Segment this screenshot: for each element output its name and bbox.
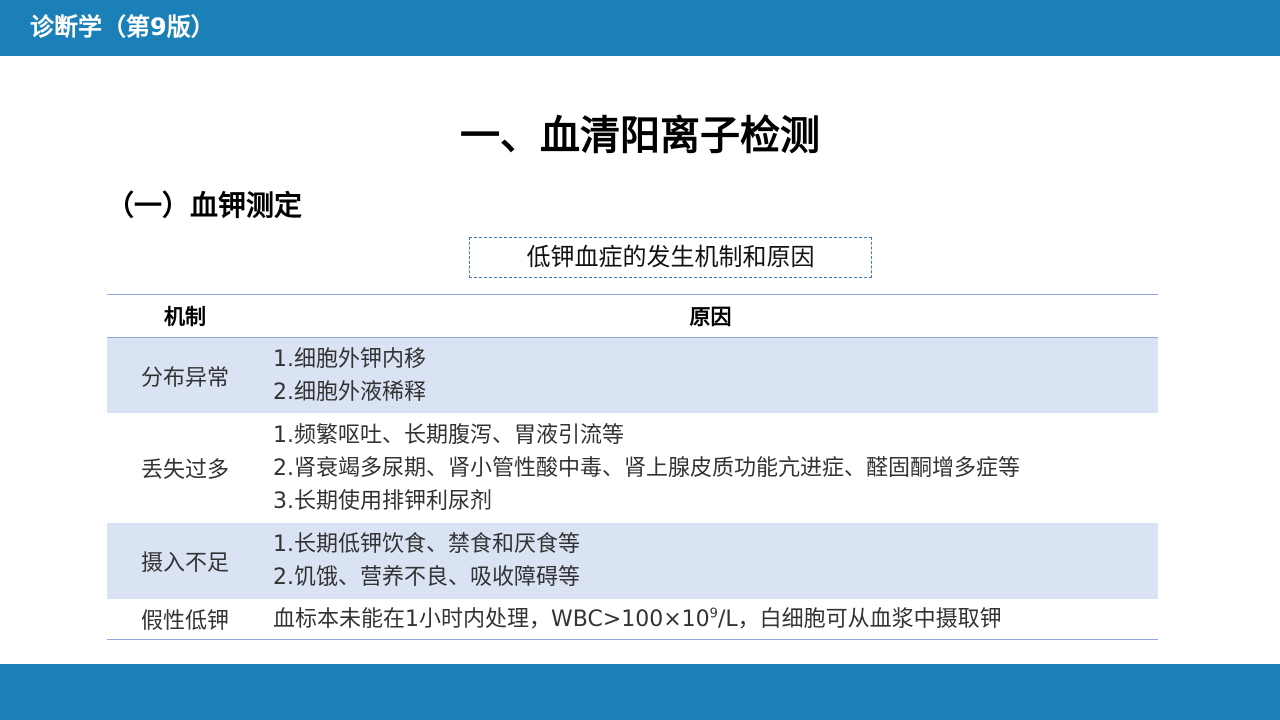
table-header-row: 机制 原因 bbox=[107, 294, 1158, 338]
page-title: 一、血清阳离子检测 bbox=[460, 113, 820, 159]
book-title: 诊断学（第9版） bbox=[30, 13, 215, 41]
table-row: 丢失过多 1.频繁呕吐、长期腹泻、胃液引流等 2.肾衰竭多尿期、肾小管性酸中毒、… bbox=[107, 413, 1158, 523]
header-reason: 原因 bbox=[263, 294, 1158, 338]
reason-cell: 1.细胞外钾内移 2.细胞外液稀释 bbox=[263, 337, 1158, 413]
table-row: 摄入不足 1.长期低钾饮食、禁食和厌食等 2.饥饿、营养不良、吸收障碍等 bbox=[107, 523, 1158, 599]
header-mechanism: 机制 bbox=[107, 294, 263, 338]
mechanism-cell: 丢失过多 bbox=[140, 458, 229, 483]
mechanism-cell: 分布异常 bbox=[107, 337, 263, 413]
table-row: 分布异常 1.细胞外钾内移 2.细胞外液稀释 bbox=[107, 337, 1158, 413]
header-bar: 诊断学（第9版） bbox=[0, 0, 1280, 56]
reason-line: 血标本未能在1小时内处理，WBC>100×109/L，白细胞可从血浆中摄取钾 bbox=[273, 603, 1158, 636]
reason-line: 1.长期低钾饮食、禁食和厌食等 bbox=[273, 532, 580, 557]
reason-line: 1.细胞外钾内移 bbox=[273, 346, 426, 372]
mechanism-cell: 摄入不足 bbox=[107, 523, 263, 599]
reason-cell: 血标本未能在1小时内处理，WBC>100×109/L，白细胞可从血浆中摄取钾 bbox=[263, 599, 1158, 640]
section-title: （一）血钾测定 bbox=[106, 189, 303, 222]
reason-text-post: /L，白细胞可从血浆中摄取钾 bbox=[717, 606, 1002, 632]
reason-cell: 1.频繁呕吐、长期腹泻、胃液引流等 2.肾衰竭多尿期、肾小管性酸中毒、肾上腺皮质… bbox=[263, 413, 1158, 523]
reason-line: 2.饥饿、营养不良、吸收障碍等 bbox=[273, 565, 580, 590]
reason-line: 2.细胞外液稀释 bbox=[273, 379, 426, 405]
exponent: 9 bbox=[709, 606, 718, 622]
footer-bar bbox=[0, 664, 1280, 720]
reason-text-pre: 血标本未能在1小时内处理，WBC>100×10 bbox=[273, 606, 710, 632]
reason-line: 2.肾衰竭多尿期、肾小管性酸中毒、肾上腺皮质功能亢进症、醛固酮增多症等 bbox=[273, 455, 1020, 481]
table-caption: 低钾血症的发生机制和原因 bbox=[469, 237, 872, 278]
reason-line: 1.频繁呕吐、长期腹泻、胃液引流等 bbox=[273, 422, 624, 448]
reason-line: 3.长期使用排钾利尿剂 bbox=[273, 488, 492, 514]
cause-table: 机制 原因 分布异常 1.细胞外钾内移 2.细胞外液稀释 丢失过多 1.频繁呕吐… bbox=[107, 294, 1158, 640]
reason-cell: 1.长期低钾饮食、禁食和厌食等 2.饥饿、营养不良、吸收障碍等 bbox=[263, 523, 1158, 599]
table-row: 假性低钾 血标本未能在1小时内处理，WBC>100×109/L，白细胞可从血浆中… bbox=[107, 599, 1158, 640]
mechanism-cell: 假性低钾 bbox=[140, 609, 229, 634]
